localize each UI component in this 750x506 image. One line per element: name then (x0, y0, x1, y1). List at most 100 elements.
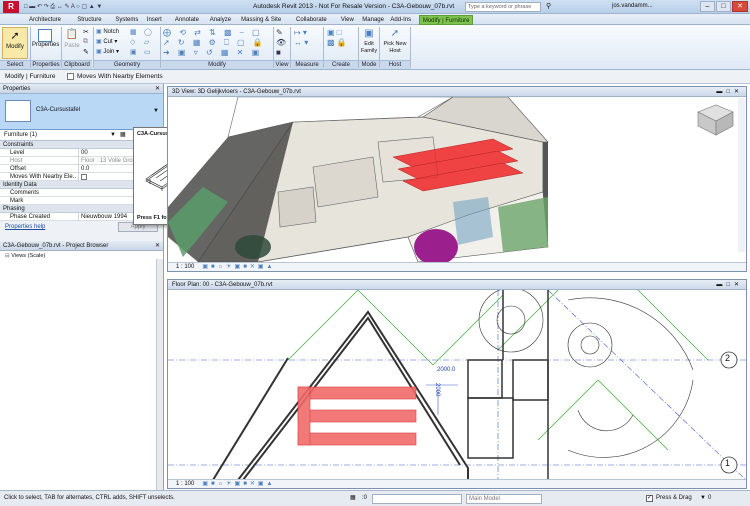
join-button[interactable]: ▣ Join ▾ (96, 48, 119, 55)
cut-icon[interactable]: ✂ (83, 28, 89, 36)
model-3d-canvas[interactable] (168, 97, 746, 262)
close-properties-icon[interactable]: ✕ (155, 84, 160, 94)
maximize-icon[interactable]: □ (716, 1, 731, 12)
copy-icon[interactable]: ⧉ (83, 38, 88, 46)
grid-bubble-1[interactable]: 1 (725, 458, 730, 468)
edit-type-icon[interactable]: ▦ (120, 130, 126, 141)
panel-modify[interactable]: Modify (161, 60, 273, 69)
panel-measure[interactable]: Measure (291, 60, 323, 69)
tab-add-ins[interactable]: Add-Ins (387, 15, 414, 25)
view-3d-window-controls[interactable]: ▬□✕ (716, 87, 743, 97)
tab-architecture[interactable]: Architecture (26, 15, 64, 25)
floor-plan-window-controls[interactable]: ▬□✕ (716, 280, 743, 290)
press-drag-checkbox[interactable]: ✓ (646, 495, 653, 502)
worksharing-icon[interactable]: ▦ (350, 491, 356, 506)
panel-clipboard[interactable]: Clipboard (62, 60, 92, 69)
paste-button[interactable]: 📋 Paste (63, 27, 81, 59)
pick-host-icon: ➚ (390, 28, 400, 39)
tab-massing-site[interactable]: Massing & Site (238, 15, 284, 25)
project-browser-header: C3A-Gebouw_07b.rvt - Project Browser ✕ (0, 241, 163, 251)
main-model-select[interactable]: Main Model (466, 494, 542, 504)
tab-insert[interactable]: Insert (144, 15, 165, 25)
tab-collaborate[interactable]: Collaborate (293, 15, 330, 25)
options-bar: Modify | Furniture Moves With Nearby Ele… (0, 70, 750, 84)
dimension-b[interactable]: 2000 (434, 383, 440, 396)
notch-icon: ▣ (96, 29, 102, 35)
filter-count: 0 (708, 495, 712, 501)
view-3d-scrollbar[interactable] (738, 98, 745, 252)
grid-bubble-2[interactable]: 2 (725, 353, 730, 363)
browser-item[interactable]: ⊟ Views (Scale) (0, 252, 163, 260)
quick-access-toolbar[interactable]: □ ▬ ↶ ↷ ⎙ ↔ ✎ A ○ ▢ ▲ ▼ (24, 3, 174, 11)
tab-analyze[interactable]: Analyze (207, 15, 234, 25)
panel-properties[interactable]: Properties (31, 60, 61, 69)
tab-manage[interactable]: Manage (359, 15, 387, 25)
dimension-a[interactable]: 2000.0 (436, 367, 457, 373)
panel-view[interactable]: View (274, 60, 290, 69)
search-icon[interactable]: ⚲ (546, 2, 551, 10)
tab-systems[interactable]: Systems (112, 15, 141, 25)
floor-plan-control-bar[interactable]: 1 : 100 ▣■☼☀▣■✕▣▲ (168, 479, 746, 488)
measure-icon[interactable]: ↦ ▾ ↔ ▾ (294, 28, 308, 48)
tab-structure[interactable]: Structure (74, 15, 104, 25)
app-logo-icon[interactable]: R (3, 1, 19, 13)
floor-plan-window[interactable]: Floor Plan: 00 - C3A-Gebouw_07b.rvt ▬□✕ (167, 279, 747, 489)
close-icon[interactable]: ✕ (732, 1, 748, 12)
design-option-select[interactable] (372, 494, 462, 504)
floor-plan-scale: 1 : 100 (176, 481, 195, 487)
floor-plan-title: Floor Plan: 00 - C3A-Gebouw_07b.rvt (172, 282, 273, 288)
user-label[interactable]: jos.vandamm... (612, 3, 653, 9)
cut-button[interactable]: ▣ Cut ▾ (96, 38, 117, 45)
create-tools-icon[interactable]: ▣ □ ▩ 🔒 (327, 28, 347, 48)
browser-scrollbar[interactable] (156, 259, 163, 494)
ribbon: ➚ Modify Select Properties Properties 📋 … (0, 25, 750, 70)
ribbon-tabs: Architecture Structure Systems Insert Annota… (0, 14, 750, 25)
search-input[interactable]: Type a keyword or phrase (465, 2, 541, 12)
project-browser-tree[interactable]: ⊟ Views (Scale)⊟ 1 : 250─ Floor Plan: In… (0, 251, 163, 494)
filter-icon[interactable]: ▼ (700, 491, 706, 506)
panel-geometry[interactable]: Geometry (94, 60, 160, 69)
key-moves: Moves With Nearby Ele... (10, 174, 76, 180)
plan-canvas[interactable] (168, 290, 746, 480)
pick-new-host-label: Pick New Host (383, 41, 407, 54)
panel-create[interactable]: Create (324, 60, 358, 69)
title-bar: R □ ▬ ↶ ↷ ⎙ ↔ ✎ A ○ ▢ ▲ ▼ Autodesk Revit… (0, 0, 750, 14)
notch-button[interactable]: ▣ Notch (96, 28, 119, 35)
panel-mode[interactable]: Mode (359, 60, 379, 69)
geometry-tools-2-icon[interactable]: ◯ ▱ ▭ (144, 28, 152, 58)
press-drag-label: Press & Drag (656, 495, 692, 501)
panel-host[interactable]: Host (380, 60, 410, 69)
minimize-icon[interactable]: – (700, 1, 715, 12)
view-tools-icon[interactable]: ✎ 👁 ■ (276, 28, 286, 58)
tab-view[interactable]: View (338, 15, 357, 25)
geometry-tools-icon[interactable]: ▦ ◇ ▣ (130, 28, 137, 58)
properties-help-link[interactable]: Properties help (5, 224, 45, 230)
selector-dropdown-icon[interactable]: ▼ (110, 130, 116, 141)
edit-family-label: Edit Family (360, 41, 378, 54)
modify-tools-grid[interactable]: ⨁ ⟲ ⇄ ⇅ ▩ ⎯ ▢ ➚ ↻ ▦ ⚙ ⎕ ▢ 🔒 ➜ ▣ ▿ ↺ ▦ ✕ ▣ (163, 28, 271, 58)
key-offset: Offset (10, 166, 26, 172)
view-3d-scale: 1 : 100 (176, 264, 195, 270)
chevron-down-icon[interactable]: ▼ (153, 108, 159, 114)
modify-button[interactable]: ➚ Modify (2, 27, 28, 59)
context-label: Modify | Furniture (5, 73, 56, 80)
properties-button[interactable]: Properties (32, 27, 60, 59)
moves-with-nearby-checkbox[interactable] (67, 73, 74, 80)
key-phase: Phase Created (10, 214, 51, 220)
cut-label: Cut (103, 39, 113, 45)
match-icon[interactable]: ✎ (83, 48, 89, 56)
view-3d-control-bar[interactable]: 1 : 100 ▣■☼☀▣■✕▣▲ (168, 262, 746, 271)
key-mark: Mark (10, 198, 24, 204)
cursor-icon: ➚ (10, 30, 20, 42)
properties-label: Properties (32, 42, 60, 48)
close-browser-icon[interactable]: ✕ (155, 241, 160, 251)
panel-select[interactable]: Select (0, 60, 30, 69)
view-3d-window[interactable]: 3D View: 3D Gelijkvloers - C3A-Gebouw_07… (167, 86, 747, 272)
pick-new-host-button[interactable]: ➚ Pick New Host (381, 27, 409, 59)
tab-modify-furniture[interactable]: Modify | Furniture (418, 15, 474, 25)
tab-annotate[interactable]: Annotate (172, 15, 202, 25)
type-selector[interactable]: C3A-Cursustafel ▼ (0, 94, 163, 130)
view-control-icons[interactable]: ▣■☼☀▣■✕▣▲ (202, 264, 275, 270)
edit-family-button[interactable]: ▣ Edit Family (360, 27, 378, 59)
plan-control-icons[interactable]: ▣■☼☀▣■✕▣▲ (202, 481, 275, 487)
